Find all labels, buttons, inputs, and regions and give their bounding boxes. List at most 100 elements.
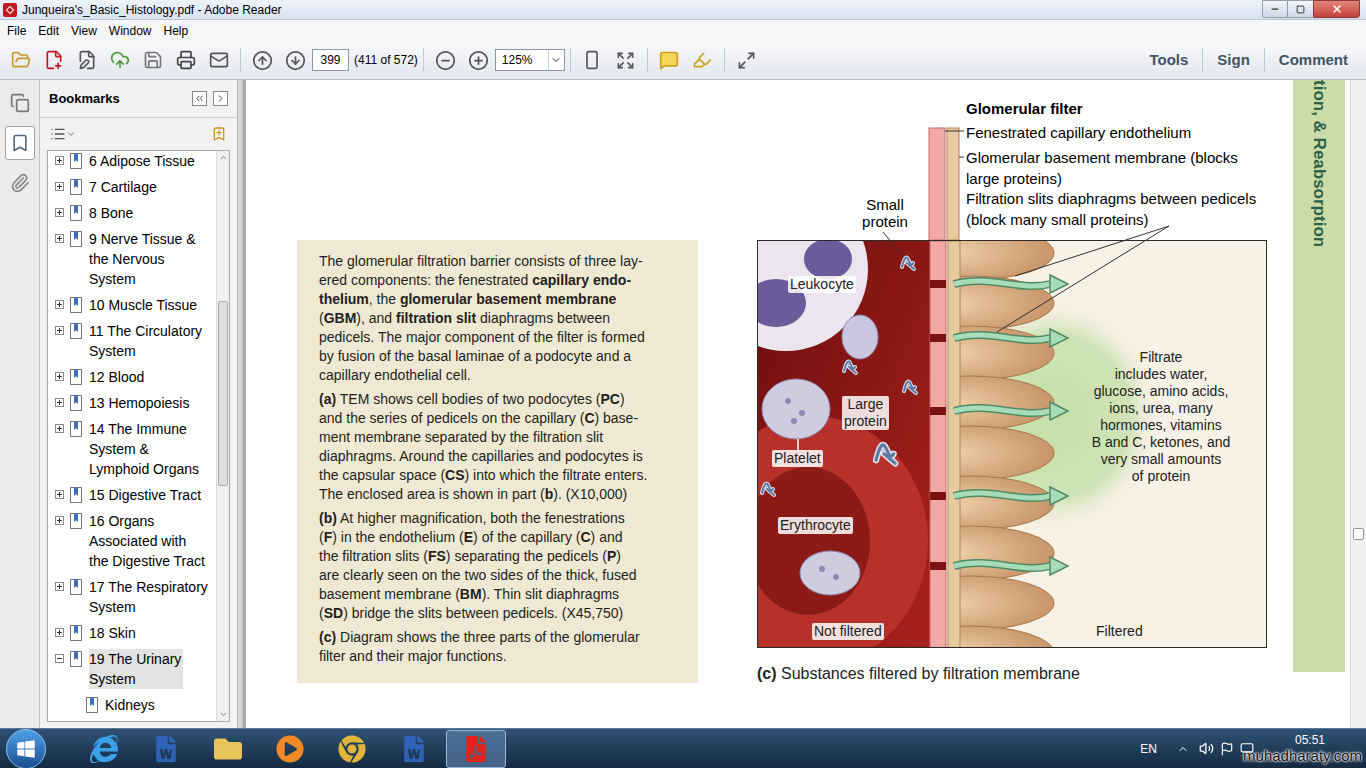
menu-item[interactable]: View [65,22,103,40]
chevron-right-icon [215,93,226,104]
taskbar-app[interactable] [384,730,444,768]
bookmark-item[interactable]: 17 The RespiratorySystem [48,577,216,617]
filtrate-text: Filtrateincludes water,glucose, amino ac… [1061,349,1261,485]
expand-icon[interactable] [55,300,64,309]
previous-page-button[interactable] [246,45,279,75]
navigation-tab[interactable] [5,86,35,120]
collapse-icon[interactable] [55,654,64,663]
expand-icon[interactable] [55,490,64,499]
small-protein-label: Smallprotein [853,196,917,230]
volume-icon[interactable] [1199,741,1214,756]
comment-icon [659,50,679,70]
comment-button[interactable] [653,45,686,75]
read-mode-button[interactable] [730,45,763,75]
upload-button[interactable] [103,45,136,75]
action-center-icon[interactable] [1220,742,1234,756]
expand-icon[interactable] [55,516,64,525]
scrollbar-thumb[interactable] [218,301,228,486]
pane-separator [1264,48,1265,72]
bookmark-item[interactable]: 9 Nerve Tissue &the NervousSystem [48,229,216,289]
close-button[interactable] [1313,0,1360,18]
zoom-out-button[interactable] [429,45,462,75]
expand-icon[interactable] [55,398,64,407]
legend-paragraph: (b) At higher magnification, both the fe… [319,509,688,623]
bookmark-item[interactable]: 15 Digestive Tract [48,485,216,505]
menu-item[interactable]: Edit [32,22,65,40]
bookmark-item[interactable]: 14 The ImmuneSystem &Lymphoid Organs [48,419,216,479]
language-indicator[interactable]: EN [1140,740,1157,758]
bookmark-item[interactable]: 8 Bone [48,203,216,223]
save-button[interactable] [136,45,169,75]
taskbar-app[interactable] [322,730,382,768]
scrollbar[interactable] [216,151,229,721]
email-button[interactable] [202,45,235,75]
bookmark-item[interactable]: 11 The CirculatorySystem [48,321,216,361]
document-area: The glomerular filtration barrier consis… [243,80,1366,728]
menu-item[interactable]: File [1,22,32,40]
menu-item[interactable]: Window [103,22,158,40]
bookmark-item[interactable]: 19 The UrinarySystem [48,649,216,689]
taskbar-app[interactable] [198,730,258,768]
legend-paragraph: The glomerular filtration barrier consis… [319,252,688,385]
expand-icon[interactable] [55,234,64,243]
fit-width-button[interactable] [609,45,642,75]
expand-icon[interactable] [55,424,64,433]
scroll-up-icon [219,153,228,162]
open-button[interactable] [4,45,37,75]
start-button[interactable] [6,729,46,768]
expand-icon[interactable] [55,182,64,191]
bookmark-item[interactable]: 7 Cartilage [48,177,216,197]
window-title: Junqueira's_Basic_Histology.pdf - Adobe … [22,1,282,19]
bookmark-item[interactable]: 13 Hemopoiesis [48,393,216,413]
pane-button[interactable]: Comment [1265,49,1362,72]
word-icon [401,736,427,762]
pane-button[interactable]: Sign [1203,49,1264,72]
expand-icon[interactable] [55,208,64,217]
highlight-button[interactable] [686,45,719,75]
zoom-out-icon [435,50,456,71]
scrollbar-thumb[interactable] [1353,528,1364,540]
taskbar-app[interactable] [446,730,506,768]
navigation-strip [0,80,40,728]
create-pdf-button[interactable] [37,45,70,75]
print-button[interactable] [169,45,202,75]
new-bookmark-icon[interactable] [211,126,227,142]
maximize-button[interactable] [1288,0,1313,18]
bookmark-item[interactable]: Kidneys [48,695,216,715]
zoom-in-button[interactable] [462,45,495,75]
bookmark-item[interactable]: 16 OrgansAssociated withthe Digestive Tr… [48,511,216,571]
title-bar: Junqueira's_Basic_Histology.pdf - Adobe … [0,0,1366,20]
expand-icon[interactable] [55,582,64,591]
bookmark-item[interactable]: 6 Adipose Tissue [48,151,216,171]
next-panel-button[interactable] [213,91,228,106]
fit-page-button[interactable] [576,45,609,75]
app-icon [3,3,17,17]
expand-icon[interactable] [55,326,64,335]
edit-file-icon [77,50,97,70]
bookmark-item[interactable]: 10 Muscle Tissue [48,295,216,315]
expand-icon[interactable] [55,372,64,381]
bookmark-label: System [89,269,196,289]
bookmark-item[interactable]: 12 Blood [48,367,216,387]
bookmark-item[interactable]: 18 Skin [48,623,216,643]
collapse-panel-button[interactable] [192,91,207,106]
next-page-button[interactable] [279,45,312,75]
figure-caption: (c) Substances filtered by filtration me… [757,662,1267,686]
taskbar-app[interactable] [74,730,134,768]
page-input[interactable]: 399 [312,49,349,71]
expand-icon[interactable] [55,628,64,637]
navigation-tab[interactable] [5,126,35,160]
minimize-button[interactable] [1262,0,1288,18]
zoom-select[interactable]: 125% [495,49,565,71]
menu-item[interactable]: Help [158,22,195,40]
taskbar-app[interactable] [260,730,320,768]
expand-icon[interactable] [55,156,64,165]
show-hidden-icons-icon[interactable] [1177,743,1189,755]
options-button[interactable] [50,126,76,142]
pane-button[interactable]: Tools [1135,49,1202,72]
document-scrollbar[interactable] [1350,80,1366,728]
taskbar-app[interactable] [136,730,196,768]
navigation-tab[interactable] [5,166,35,200]
clock[interactable]: 05:51 [1295,731,1325,749]
edit-button[interactable] [70,45,103,75]
